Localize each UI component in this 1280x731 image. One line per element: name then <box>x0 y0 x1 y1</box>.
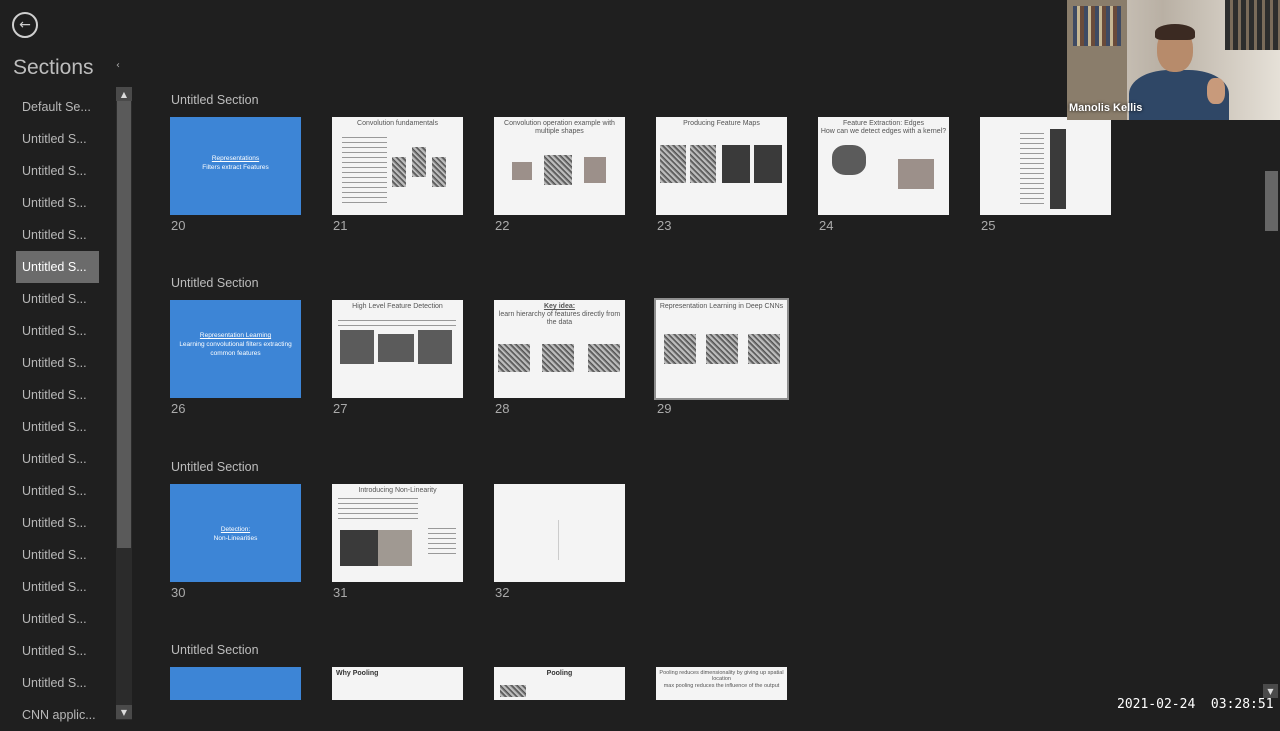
participant-name: Manolis Kellis <box>1069 102 1143 114</box>
sidebar-item-untitled-section[interactable]: Untitled S... <box>16 379 99 411</box>
slide-thumbnail[interactable]: Key idea: learn hierarchy of features di… <box>494 300 625 398</box>
section-header[interactable]: Untitled Section <box>171 643 259 657</box>
slide-title: Pooling <box>546 670 573 677</box>
slide-title: Detection: Non-Linearities <box>213 526 258 542</box>
slide-number: 30 <box>171 585 186 600</box>
sidebar-item-untitled-section[interactable]: Untitled S... <box>16 443 99 475</box>
sidebar-item-untitled-section[interactable]: Untitled S... <box>16 603 99 635</box>
slide-title: Producing Feature Maps <box>683 120 760 127</box>
slide-number: 31 <box>333 585 348 600</box>
sidebar-item-untitled-section[interactable]: Untitled S... <box>16 539 99 571</box>
slide-number: 32 <box>495 585 510 600</box>
back-button[interactable]: ← <box>12 12 38 38</box>
sidebar-item-untitled-section[interactable]: Untitled S... <box>16 347 99 379</box>
scroll-up-icon[interactable]: ▲ <box>116 87 132 101</box>
section-header[interactable]: Untitled Section <box>171 460 259 474</box>
slide-thumbnail[interactable]: Convolution fundamentals <box>332 117 463 215</box>
scroll-down-icon[interactable]: ▼ <box>1263 684 1278 698</box>
slide-number: 28 <box>495 401 510 416</box>
chevron-left-icon[interactable]: ‹ <box>116 60 120 71</box>
slide-thumbnail[interactable]: Detection: Non-Linearities <box>170 484 301 582</box>
slide-thumbnail[interactable]: Producing Feature Maps <box>656 117 787 215</box>
section-header[interactable]: Untitled Section <box>171 93 259 107</box>
slide-thumbnail[interactable]: Representations Filters extract Features <box>170 117 301 215</box>
slide-number: 25 <box>981 218 996 233</box>
video-feed: Manolis Kellis <box>1067 0 1280 120</box>
slide-thumbnail[interactable] <box>170 667 301 700</box>
sidebar-item-default-section[interactable]: Default Se... <box>16 91 99 123</box>
sidebar-scrollbar-thumb[interactable] <box>117 100 131 548</box>
scroll-down-icon[interactable]: ▼ <box>116 705 132 719</box>
slide-number: 24 <box>819 218 834 233</box>
slide-thumbnail[interactable]: Pooling <box>494 667 625 700</box>
slide-number: 23 <box>657 218 672 233</box>
slide-title: Why Pooling <box>336 670 379 677</box>
slide-thumbnail[interactable]: Convolution operation example with multi… <box>494 117 625 215</box>
slide-thumbnail[interactable]: Pooling reduces dimensionality by giving… <box>656 667 787 700</box>
slide-number: 29 <box>657 401 672 416</box>
sidebar-item-untitled-section[interactable]: Untitled S... <box>16 187 99 219</box>
slide-number: 27 <box>333 401 348 416</box>
slide-title: Representation Learning in Deep CNNs <box>659 303 784 310</box>
sidebar-item-untitled-section[interactable]: Untitled S... <box>16 155 99 187</box>
slide-number: 22 <box>495 218 510 233</box>
sections-title: Sections <box>13 56 94 79</box>
slide-title: Convolution fundamentals <box>357 120 438 127</box>
sidebar-item-untitled-section[interactable]: Untitled S... <box>16 667 99 699</box>
slide-title: Representation Learning Learning convolu… <box>179 332 292 357</box>
slide-thumbnail[interactable]: Representation Learning Learning convolu… <box>170 300 301 398</box>
slide-thumbnail[interactable]: Feature Extraction: Edges How can we det… <box>818 117 949 215</box>
slide-thumbnail[interactable] <box>494 484 625 582</box>
sidebar-item-untitled-section[interactable]: Untitled S... <box>16 315 99 347</box>
slide-number: 26 <box>171 401 186 416</box>
main-scrollbar-thumb[interactable] <box>1265 171 1278 231</box>
slide-number: 20 <box>171 218 186 233</box>
recording-timestamp: 2021-02-24 03:28:51 <box>1117 697 1274 712</box>
sidebar-item-untitled-section[interactable]: Untitled S... <box>16 507 99 539</box>
sidebar-item-untitled-section-selected[interactable]: Untitled S... <box>16 251 99 283</box>
slide-thumbnail[interactable]: Why Pooling <box>332 667 463 700</box>
slide-title: Representations Filters extract Features <box>202 155 269 171</box>
sidebar-item-cnn-applications[interactable]: CNN applic... <box>16 699 99 731</box>
slide-thumbnail-selected[interactable]: Representation Learning in Deep CNNs <box>654 298 789 400</box>
slide-thumbnail[interactable]: Introducing Non-Linearity <box>332 484 463 582</box>
slide-title: High Level Feature Detection <box>352 303 443 310</box>
sidebar-item-untitled-section[interactable]: Untitled S... <box>16 411 99 443</box>
slide-number: 21 <box>333 218 348 233</box>
sidebar-item-untitled-section[interactable]: Untitled S... <box>16 283 99 315</box>
arrow-left-icon: ← <box>19 17 31 33</box>
sections-list: Default Se... Untitled S... Untitled S..… <box>16 91 99 731</box>
sidebar-item-untitled-section[interactable]: Untitled S... <box>16 475 99 507</box>
sidebar-item-untitled-section[interactable]: Untitled S... <box>16 123 99 155</box>
sidebar-item-untitled-section[interactable]: Untitled S... <box>16 571 99 603</box>
slide-thumbnail[interactable] <box>980 117 1111 215</box>
sidebar-item-untitled-section[interactable]: Untitled S... <box>16 635 99 667</box>
slide-thumbnail[interactable]: High Level Feature Detection <box>332 300 463 398</box>
slide-title: Convolution operation example with multi… <box>504 120 615 136</box>
slide-title: Key idea: learn hierarchy of features di… <box>498 303 621 327</box>
slide-title: Feature Extraction: Edges How can we det… <box>820 120 947 136</box>
slide-title: Pooling reduces dimensionality by giving… <box>659 670 784 689</box>
slide-title: Introducing Non-Linearity <box>358 487 437 494</box>
sidebar-item-untitled-section[interactable]: Untitled S... <box>16 219 99 251</box>
section-header[interactable]: Untitled Section <box>171 276 259 290</box>
